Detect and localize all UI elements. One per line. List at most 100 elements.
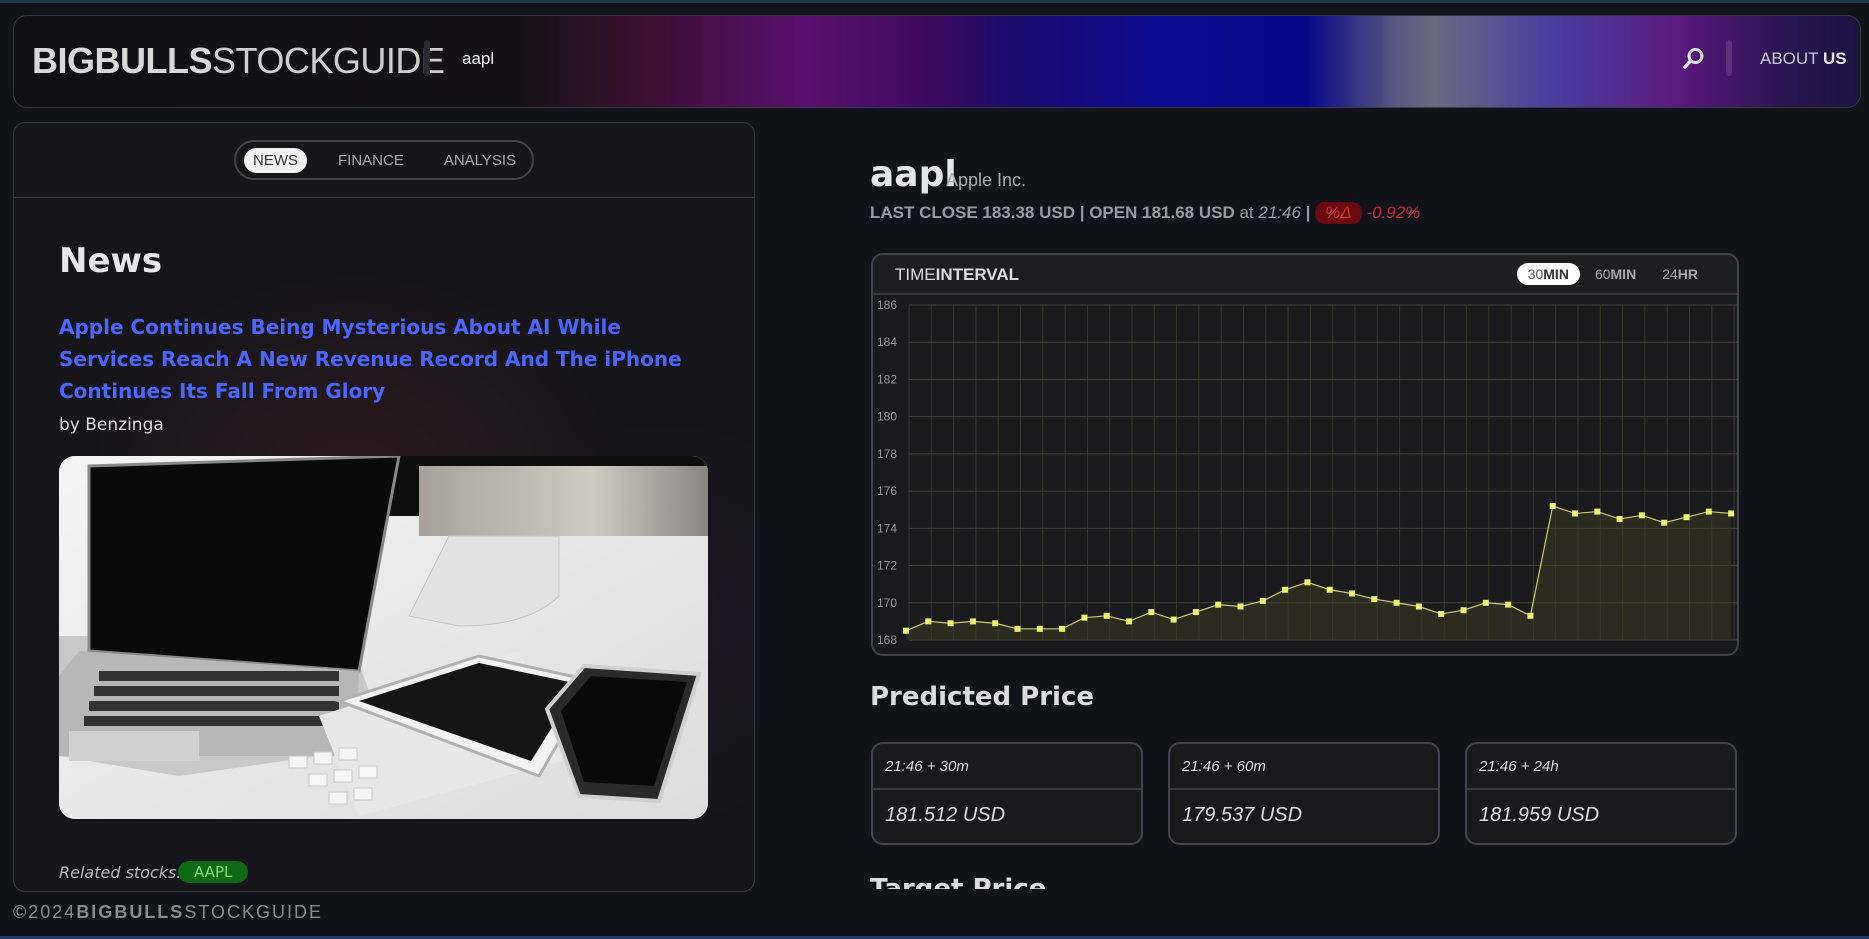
data-point: [1014, 625, 1021, 632]
data-point: [1683, 514, 1690, 521]
header-divider: [424, 40, 430, 76]
related-stock-badge[interactable]: AAPL: [178, 861, 249, 883]
data-point: [1549, 503, 1556, 509]
data-point: [1259, 597, 1266, 604]
interval-30-unit: MIN: [1543, 266, 1569, 282]
data-point: [1572, 510, 1578, 517]
prediction-label: 21:46 + 30m: [873, 744, 1141, 790]
data-point: [1371, 596, 1378, 603]
target-price-heading: Target Price: [870, 874, 1047, 889]
y-tick-label: 176: [877, 484, 897, 498]
at-label: at: [1239, 203, 1254, 222]
data-point: [992, 620, 999, 627]
site-logo[interactable]: BIGBULLSSTOCKGUIDE: [32, 40, 445, 82]
footer-thin: STOCKGUIDE: [184, 902, 323, 922]
data-point: [1393, 599, 1400, 606]
data-point: [969, 618, 976, 625]
article-author: by Benzinga: [59, 415, 164, 435]
tab-news[interactable]: NEWS: [244, 147, 307, 173]
interval-title-bold: INTERVAL: [935, 265, 1020, 284]
delta-percent: -0.92%: [1366, 203, 1421, 222]
search-icon[interactable]: [1680, 45, 1708, 73]
data-point: [1237, 603, 1244, 610]
y-tick-label: 186: [877, 298, 897, 312]
data-point: [947, 620, 954, 627]
chart-area: [906, 506, 1732, 640]
data-point: [1036, 625, 1043, 632]
y-tick-label: 178: [877, 447, 897, 461]
interval-30-num: 30: [1527, 266, 1544, 282]
delta-badge: %Δ: [1315, 202, 1362, 224]
price-chart-card: TIMEINTERVAL 30MIN 60MIN 24HR 186 184 182 1…: [871, 253, 1739, 656]
article-image[interactable]: [59, 456, 708, 819]
news-heading: News: [59, 241, 163, 281]
top-border: [0, 0, 1869, 3]
ticker-search-input[interactable]: [462, 44, 662, 74]
prediction-value: 181.512 USD: [885, 804, 1006, 826]
y-tick-label: 168: [877, 633, 897, 647]
data-point: [1215, 601, 1222, 608]
last-close-open: LAST CLOSE 183.38 USD | OPEN 181.68 USD: [870, 203, 1235, 222]
data-point: [1192, 609, 1199, 616]
prediction-label: 21:46 + 24h: [1467, 744, 1735, 790]
data-point: [1594, 508, 1601, 515]
about-bold: US: [1823, 49, 1847, 68]
panel-tabs: NEWS FINANCE ANALYSIS: [234, 140, 534, 180]
data-point: [1059, 625, 1066, 632]
logo-thin-text: STOCKGUIDE: [212, 40, 445, 81]
interval-60min[interactable]: 60MIN: [1584, 263, 1647, 285]
data-point: [1661, 519, 1668, 526]
tab-analysis[interactable]: ANALYSIS: [435, 148, 525, 173]
site-header: BIGBULLSSTOCKGUIDE ABOUT US: [13, 15, 1861, 108]
site-footer: ©2024BIGBULLSSTOCKGUIDE: [13, 902, 323, 923]
about-prefix: ABOUT: [1760, 49, 1819, 68]
data-point: [903, 627, 909, 634]
data-point: [1438, 610, 1445, 617]
data-point: [1728, 510, 1735, 517]
ticker-symbol: aapl: [870, 154, 957, 195]
interval-30min[interactable]: 30MIN: [1516, 263, 1580, 285]
prediction-value: 181.959 USD: [1479, 804, 1600, 826]
data-point: [1148, 609, 1155, 616]
interval-24hr[interactable]: 24HR: [1651, 263, 1709, 285]
data-point: [1103, 612, 1110, 619]
data-point: [1482, 599, 1489, 606]
article-title-link[interactable]: Apple Continues Being Mysterious About A…: [59, 311, 719, 407]
prediction-card-24h: 21:46 + 24h 181.959 USD: [1465, 742, 1737, 845]
data-point: [1527, 612, 1534, 619]
company-name: Apple Inc.: [946, 170, 1027, 190]
data-point: [1638, 512, 1645, 519]
data-point: [1282, 586, 1289, 593]
data-point: [1415, 603, 1422, 610]
logo-bold-text: BIGBULLS: [32, 40, 213, 81]
data-point: [1349, 590, 1355, 597]
about-us-link[interactable]: ABOUT US: [1760, 49, 1847, 69]
interval-24-num: 24: [1662, 266, 1678, 282]
data-point: [1304, 579, 1311, 586]
y-tick-label: 182: [877, 372, 897, 386]
price-line-chart[interactable]: 186 184 182 180 178 176 174 172 170 168: [873, 295, 1737, 654]
prediction-card-60m: 21:46 + 60m 179.537 USD: [1168, 742, 1440, 845]
chart-header: TIMEINTERVAL 30MIN 60MIN 24HR: [873, 255, 1737, 295]
y-tick-label: 184: [877, 335, 897, 349]
y-tick-label: 180: [877, 410, 897, 424]
news-panel: NEWS FINANCE ANALYSIS News Apple Continu…: [13, 122, 755, 892]
related-stocks-label: Related stocks:: [59, 863, 182, 882]
quote-separator: |: [1305, 203, 1311, 222]
y-tick-label: 172: [877, 559, 897, 573]
interval-60-num: 60: [1594, 266, 1611, 282]
y-tick-label: 170: [877, 596, 897, 610]
prediction-value: 179.537 USD: [1182, 804, 1303, 826]
data-point: [925, 618, 932, 625]
data-point: [1705, 508, 1712, 515]
data-point: [1326, 586, 1333, 593]
time-interval-title: TIMEINTERVAL: [895, 265, 1019, 285]
interval-title-thin: TIME: [895, 265, 936, 284]
data-point: [1081, 614, 1088, 621]
y-tick-label: 174: [877, 521, 897, 535]
panel-tabbar: NEWS FINANCE ANALYSIS: [14, 123, 754, 198]
header-divider-right: [1726, 40, 1732, 76]
prediction-card-30m: 21:46 + 30m 181.512 USD: [871, 742, 1143, 845]
tab-finance[interactable]: FINANCE: [329, 148, 413, 173]
data-point: [1616, 516, 1623, 523]
